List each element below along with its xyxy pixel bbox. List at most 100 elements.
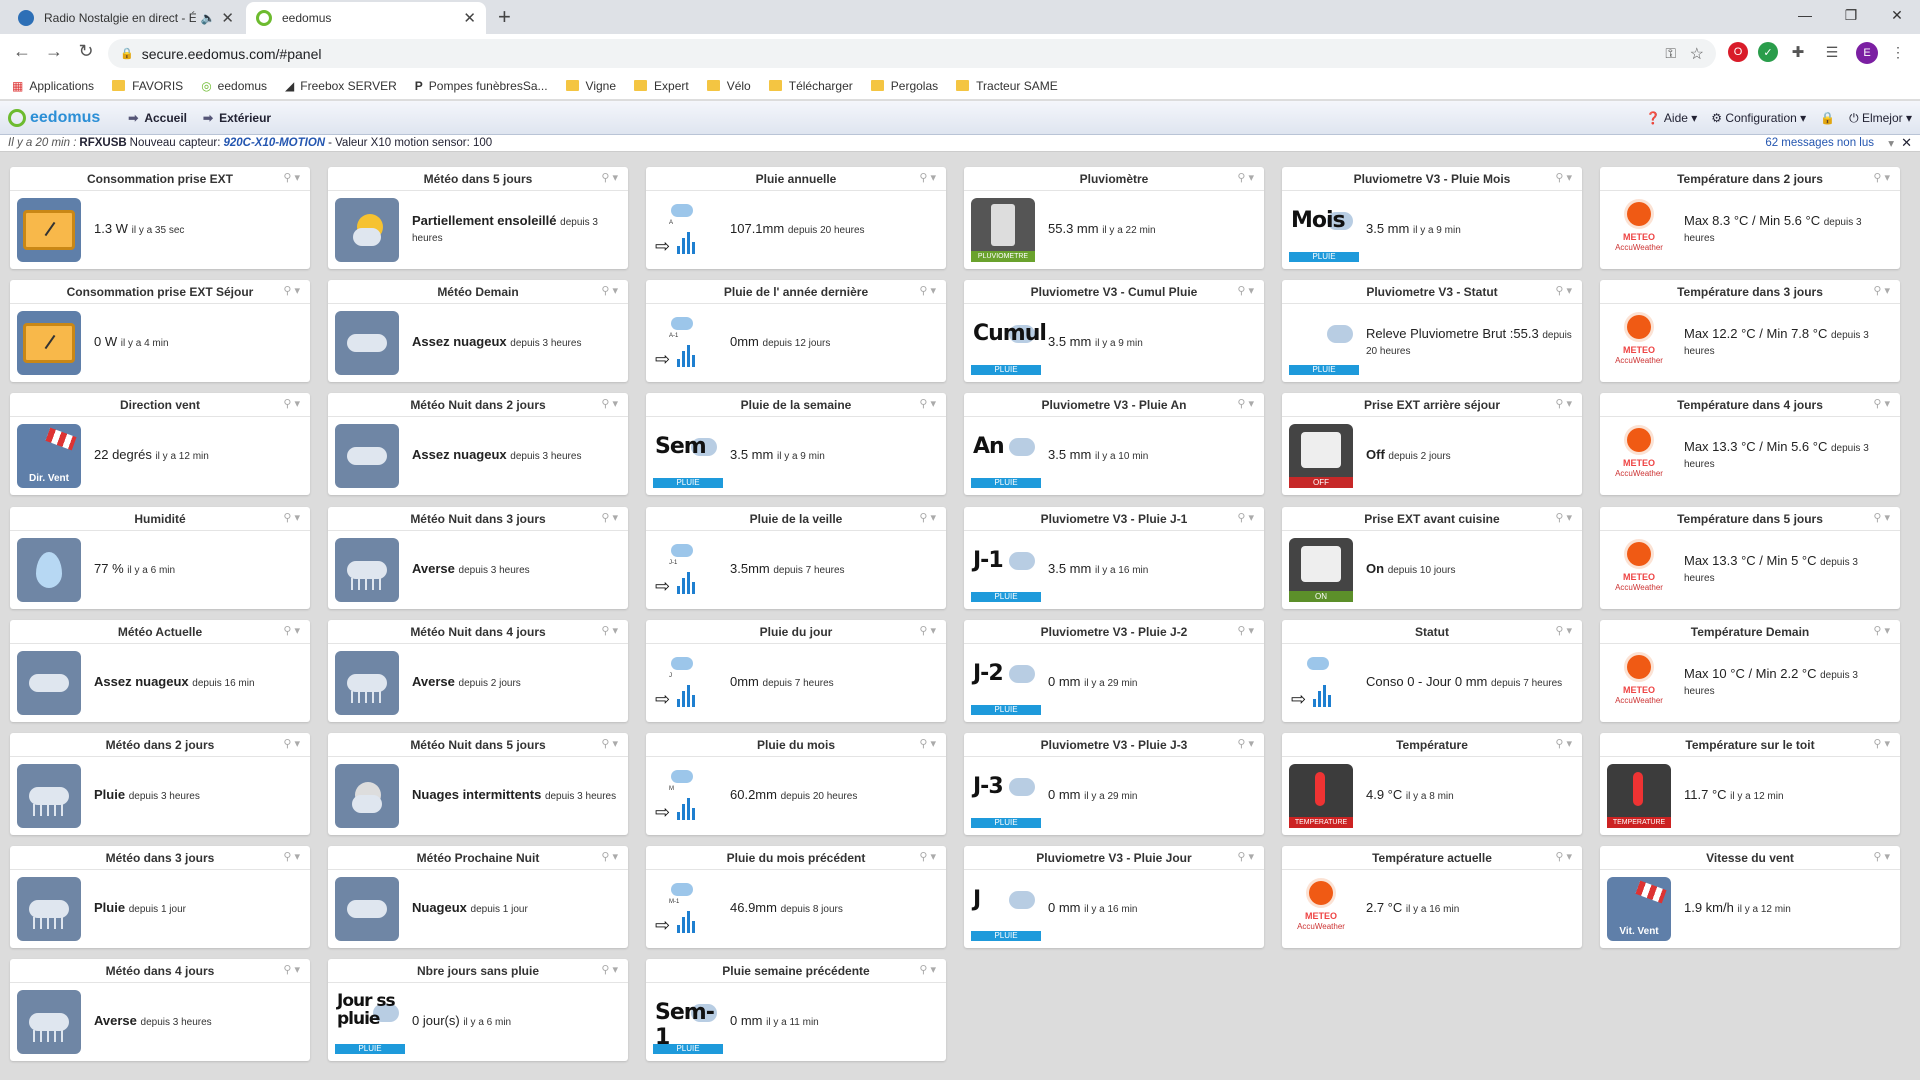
device-card[interactable]: Prise EXT arrière séjour ⚲ ▾ OFF Off depuis…: [1282, 393, 1582, 496]
card-tools[interactable]: ⚲ ▾: [283, 963, 300, 976]
card-tools[interactable]: ⚲ ▾: [919, 850, 936, 863]
card-tools[interactable]: ⚲ ▾: [919, 397, 936, 410]
unread-messages-link[interactable]: 62 messages non lus: [1765, 137, 1874, 149]
bookmark-telecharger[interactable]: Télécharger: [768, 79, 853, 93]
tab-eedomus[interactable]: eedomus ✕: [246, 2, 486, 34]
card-tools[interactable]: ⚲ ▾: [919, 511, 936, 524]
device-card[interactable]: Météo Actuelle ⚲ ▾ Assez nuageux depuis 16…: [10, 619, 310, 722]
new-tab-button[interactable]: +: [498, 4, 511, 30]
device-card[interactable]: Température sur le toit ⚲ ▾ TEMPERATURE 11.…: [1600, 733, 1900, 835]
user-menu[interactable]: ⏻ Elmejor ▾: [1849, 111, 1912, 126]
profile-avatar[interactable]: E: [1856, 42, 1878, 64]
bookmark-favoris[interactable]: FAVORIS: [112, 79, 183, 93]
device-card[interactable]: Température Demain ⚲ ▾ METEO AccuWeather Max…: [1600, 619, 1900, 722]
address-bar[interactable]: 🔒 secure.eedomus.com/#panel ⚿ ☆: [108, 39, 1716, 68]
bookmark-applications[interactable]: ▦ Applications: [12, 79, 94, 93]
device-card[interactable]: Météo dans 3 jours ⚲ ▾ Pluie depuis 1 jour: [10, 846, 310, 949]
device-card[interactable]: Pluie de la veille ⚲ ▾ J-1 ⇨ 3.5mm depuis 7 …: [646, 506, 946, 609]
card-tools[interactable]: ⚲ ▾: [601, 511, 618, 524]
card-tools[interactable]: ⚲ ▾: [919, 963, 936, 976]
opera-extension-icon[interactable]: O: [1728, 42, 1748, 62]
puzzle-extension-icon[interactable]: ✚: [1788, 42, 1808, 62]
device-card[interactable]: Pluie semaine précédente ⚲ ▾ Sem-1 PLUIE 0 m…: [646, 959, 946, 1062]
card-tools[interactable]: ⚲ ▾: [601, 624, 618, 637]
bookmark-pompes[interactable]: P Pompes funèbresSa...: [415, 79, 548, 93]
device-card[interactable]: Pluviometre V3 - Cumul Pluie ⚲ ▾ Cumul PLUI…: [964, 280, 1264, 383]
card-tools[interactable]: ⚲ ▾: [601, 850, 618, 863]
menu-kebab-icon[interactable]: ⋮: [1888, 42, 1908, 62]
nav-accueil[interactable]: ➡ Accueil: [128, 111, 187, 125]
card-tools[interactable]: ⚲ ▾: [283, 624, 300, 637]
card-tools[interactable]: ⚲ ▾: [1237, 624, 1254, 637]
close-window-button[interactable]: ✕: [1874, 0, 1920, 30]
expand-messages-icon[interactable]: ▾: [1888, 136, 1894, 150]
card-tools[interactable]: ⚲ ▾: [283, 171, 300, 184]
card-tools[interactable]: ⚲ ▾: [283, 511, 300, 524]
device-card[interactable]: Pluie du jour ⚲ ▾ J ⇨ 0mm depuis 7 heures: [646, 619, 946, 722]
device-card[interactable]: Consommation prise EXT Séjour ⚲ ▾ 0 W il y…: [10, 280, 310, 383]
device-card[interactable]: Pluviometre V3 - Statut ⚲ ▾ PLUIE Releve Pl…: [1282, 280, 1582, 383]
card-tools[interactable]: ⚲ ▾: [283, 737, 300, 750]
back-arrow-icon[interactable]: ←: [10, 41, 34, 62]
device-card[interactable]: Météo Nuit dans 2 jours ⚲ ▾ Assez nuageux …: [328, 393, 628, 496]
device-card[interactable]: Pluviomètre ⚲ ▾ PLUVIOMETRE 55.3 mm il y a …: [964, 167, 1264, 269]
device-card[interactable]: Pluie de la semaine ⚲ ▾ Sem PLUIE 3.5 mm il …: [646, 393, 946, 496]
close-tab-icon[interactable]: ✕: [463, 9, 476, 27]
card-tools[interactable]: ⚲ ▾: [1873, 737, 1890, 750]
device-card[interactable]: Pluie du mois ⚲ ▾ M ⇨ 60.2mm depuis 20 heure…: [646, 733, 946, 835]
device-card[interactable]: Pluie de l' année dernière ⚲ ▾ A-1 ⇨ 0mm dep…: [646, 280, 946, 383]
configuration-menu[interactable]: ⚙ Configuration ▾: [1711, 111, 1806, 125]
device-card[interactable]: Température dans 5 jours ⚲ ▾ METEO AccuWeat…: [1600, 506, 1900, 609]
device-card[interactable]: Météo Nuit dans 3 jours ⚲ ▾ Averse depuis …: [328, 506, 628, 609]
device-card[interactable]: Température dans 3 jours ⚲ ▾ METEO AccuWeat…: [1600, 280, 1900, 383]
reading-list-icon[interactable]: ☰: [1822, 42, 1842, 62]
card-tools[interactable]: ⚲ ▾: [1555, 397, 1572, 410]
reload-icon[interactable]: ↻: [74, 41, 98, 62]
bookmark-expert[interactable]: Expert: [634, 79, 689, 93]
card-tools[interactable]: ⚲ ▾: [1555, 624, 1572, 637]
card-tools[interactable]: ⚲ ▾: [1873, 624, 1890, 637]
device-card[interactable]: Température dans 4 jours ⚲ ▾ METEO AccuWeat…: [1600, 393, 1900, 496]
device-card[interactable]: Pluviometre V3 - Pluie J-1 ⚲ ▾ J-1 PLUIE 3.5…: [964, 506, 1264, 609]
bookmark-eedomus[interactable]: ◎ eedomus: [201, 79, 267, 93]
card-tools[interactable]: ⚲ ▾: [919, 624, 936, 637]
tab-radio-nostalgie[interactable]: Radio Nostalgie en direct - É 🔈 ✕: [8, 2, 244, 34]
card-tools[interactable]: ⚲ ▾: [1237, 737, 1254, 750]
lock-button[interactable]: 🔒: [1820, 111, 1835, 125]
help-menu[interactable]: ❓ Aide ▾: [1646, 111, 1698, 125]
card-tools[interactable]: ⚲ ▾: [1555, 284, 1572, 297]
speaker-icon[interactable]: 🔈: [200, 11, 215, 25]
device-card[interactable]: Vitesse du vent ⚲ ▾ Vit. Vent 1.9 km/h il y…: [1600, 846, 1900, 949]
device-card[interactable]: Pluviometre V3 - Pluie J-3 ⚲ ▾ J-3 PLUIE 0 m…: [964, 733, 1264, 835]
card-tools[interactable]: ⚲ ▾: [1237, 171, 1254, 184]
device-card[interactable]: Consommation prise EXT ⚲ ▾ 1.3 W il y a 35…: [10, 167, 310, 269]
device-card[interactable]: Direction vent ⚲ ▾ Dir. Vent 22 degrés il y…: [10, 393, 310, 496]
bookmark-freebox[interactable]: ◢ Freebox SERVER: [285, 79, 397, 93]
close-message-icon[interactable]: ✕: [1901, 135, 1912, 151]
minimize-button[interactable]: —: [1782, 0, 1828, 30]
bookmark-tracteur[interactable]: Tracteur SAME: [956, 79, 1058, 93]
bookmark-pergolas[interactable]: Pergolas: [870, 79, 938, 93]
eedomus-logo[interactable]: eedomus: [8, 108, 100, 127]
card-tools[interactable]: ⚲ ▾: [919, 171, 936, 184]
device-card[interactable]: Pluviometre V3 - Pluie An ⚲ ▾ An PLUIE 3.5 m…: [964, 393, 1264, 496]
shield-extension-icon[interactable]: ✓: [1758, 42, 1778, 62]
device-card[interactable]: Pluie du mois précédent ⚲ ▾ M-1 ⇨ 46.9mm dep…: [646, 846, 946, 949]
card-tools[interactable]: ⚲ ▾: [1873, 284, 1890, 297]
forward-arrow-icon[interactable]: →: [42, 41, 66, 62]
card-tools[interactable]: ⚲ ▾: [1873, 171, 1890, 184]
device-card[interactable]: Nbre jours sans pluie ⚲ ▾ Jour ss pluie PLU…: [328, 959, 628, 1062]
device-card[interactable]: Pluviometre V3 - Pluie Jour ⚲ ▾ J PLUIE 0 mm…: [964, 846, 1264, 949]
card-tools[interactable]: ⚲ ▾: [919, 284, 936, 297]
card-tools[interactable]: ⚲ ▾: [1873, 850, 1890, 863]
device-card[interactable]: Prise EXT avant cuisine ⚲ ▾ ON On depuis 10…: [1282, 506, 1582, 609]
card-tools[interactable]: ⚲ ▾: [1237, 511, 1254, 524]
card-tools[interactable]: ⚲ ▾: [1555, 850, 1572, 863]
card-tools[interactable]: ⚲ ▾: [283, 850, 300, 863]
key-icon[interactable]: ⚿: [1665, 45, 1676, 62]
device-card[interactable]: Météo Prochaine Nuit ⚲ ▾ Nuageux depuis 1 …: [328, 846, 628, 949]
device-card[interactable]: Météo dans 4 jours ⚲ ▾ Averse depuis 3 heu…: [10, 959, 310, 1062]
nav-exterieur[interactable]: ➡ Extérieur: [203, 111, 271, 125]
device-card[interactable]: Pluviometre V3 - Pluie J-2 ⚲ ▾ J-2 PLUIE 0 m…: [964, 619, 1264, 722]
card-tools[interactable]: ⚲ ▾: [283, 284, 300, 297]
